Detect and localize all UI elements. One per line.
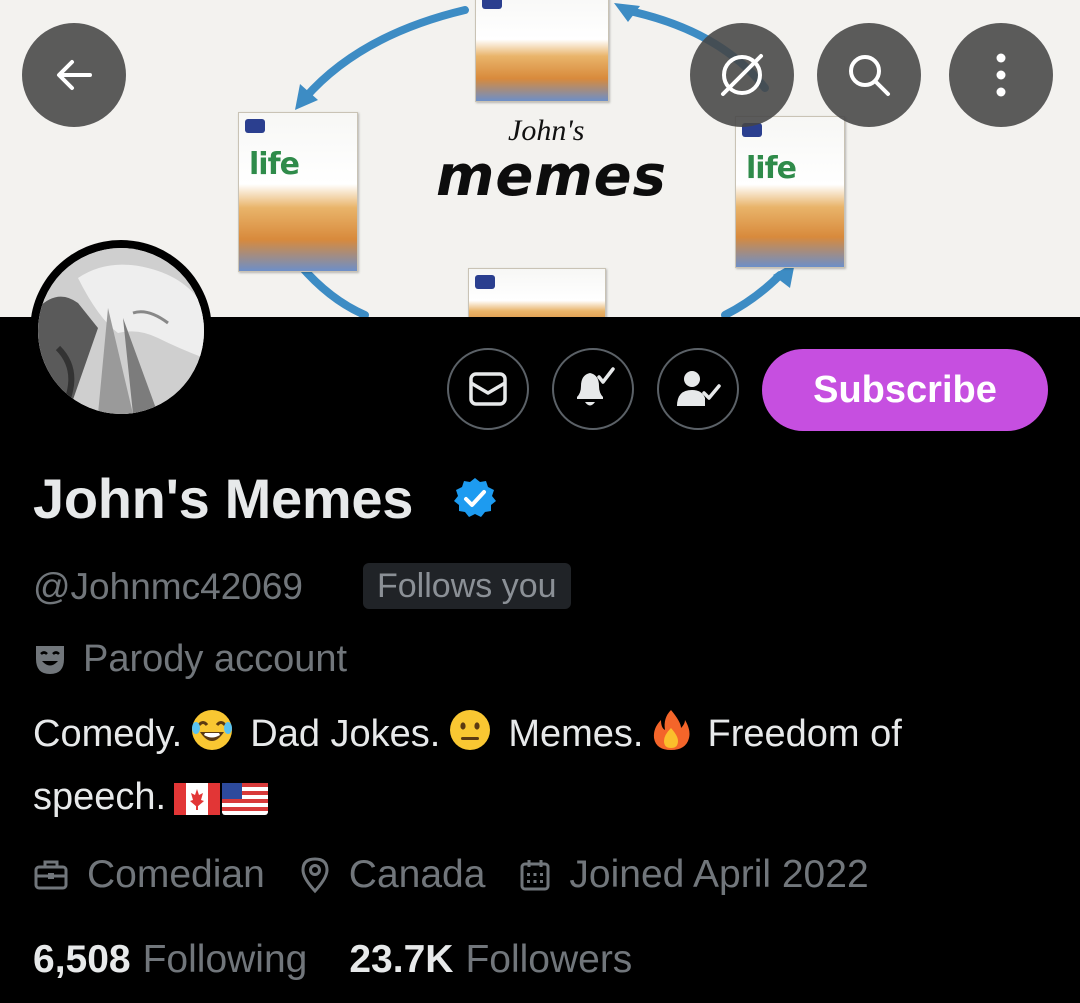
- cereal-logo: life: [249, 147, 300, 182]
- handle: @Johnmc42069: [33, 566, 304, 607]
- fire-emoji-icon: [651, 708, 691, 769]
- joined-label: Joined April 2022: [569, 853, 869, 896]
- bio-comedy: Comedy.: [33, 713, 183, 755]
- bell-check-icon: [577, 367, 615, 406]
- following-label[interactable]: Following: [143, 938, 308, 982]
- followers-label[interactable]: Followers: [465, 938, 632, 982]
- envelope-icon: [469, 372, 507, 406]
- meta-profession: Comedian: [33, 853, 265, 897]
- more-options-button[interactable]: [949, 23, 1053, 127]
- search-icon: [849, 55, 890, 96]
- more-vertical-icon: [996, 53, 1006, 97]
- follows-you-badge: Follows you: [363, 563, 571, 609]
- location-label: Canada: [348, 853, 486, 896]
- profile-meta-row: Comedian Canada Joined April 2022: [33, 853, 903, 897]
- meta-location: Canada: [299, 853, 486, 897]
- cereal-box-top: [475, 0, 609, 102]
- cereal-box-right: life: [735, 116, 845, 268]
- neutral-face-emoji-icon: [448, 708, 492, 769]
- bio-memes: Memes.: [508, 713, 644, 755]
- laughing-emoji-icon: [190, 708, 234, 769]
- bio-dad-jokes: Dad Jokes.: [250, 713, 441, 755]
- bio-freedom: Freedom of: [707, 713, 902, 755]
- calendar-icon: [520, 860, 550, 891]
- cereal-box-left: life: [238, 112, 358, 272]
- meta-joined: Joined April 2022: [519, 853, 869, 897]
- banner-title-small: John's: [508, 114, 585, 147]
- usa-flag-emoji-icon: [222, 775, 269, 832]
- arrow-left-icon: [57, 60, 92, 90]
- banner-title-large: memes: [436, 144, 667, 209]
- parody-label: Parody account: [83, 638, 348, 680]
- location-pin-icon: [301, 857, 329, 894]
- profession-label: Comedian: [87, 853, 265, 896]
- theater-mask-icon: [36, 645, 64, 674]
- cereal-logo: life: [746, 151, 797, 186]
- display-name: John's Memes: [33, 467, 414, 530]
- subscribe-button[interactable]: Subscribe: [762, 349, 1048, 431]
- back-button[interactable]: [22, 23, 126, 127]
- bio-speech: speech.: [33, 776, 167, 818]
- bio: Comedy. Dad Jokes. Memes. Freedom of speech…: [33, 706, 1043, 832]
- message-button[interactable]: [447, 348, 529, 430]
- avatar[interactable]: [30, 240, 212, 422]
- profile-stats-row: 6,508 Following 23.7K Followers: [33, 938, 674, 982]
- person-check-icon: [677, 371, 721, 406]
- briefcase-icon: [34, 860, 68, 890]
- no-symbol-icon: [721, 54, 763, 96]
- following-button[interactable]: [657, 348, 739, 430]
- avatar-image: [38, 248, 204, 414]
- canada-flag-emoji-icon: [174, 775, 221, 832]
- following-count[interactable]: 6,508: [33, 938, 131, 982]
- hide-replies-button[interactable]: [690, 23, 794, 127]
- parody-label-row: Parody account: [33, 638, 347, 681]
- cereal-box-bottom: [468, 268, 606, 317]
- verified-badge-icon[interactable]: [452, 476, 498, 522]
- notifications-button[interactable]: [552, 348, 634, 430]
- search-button[interactable]: [817, 23, 921, 127]
- followers-count[interactable]: 23.7K: [349, 938, 453, 982]
